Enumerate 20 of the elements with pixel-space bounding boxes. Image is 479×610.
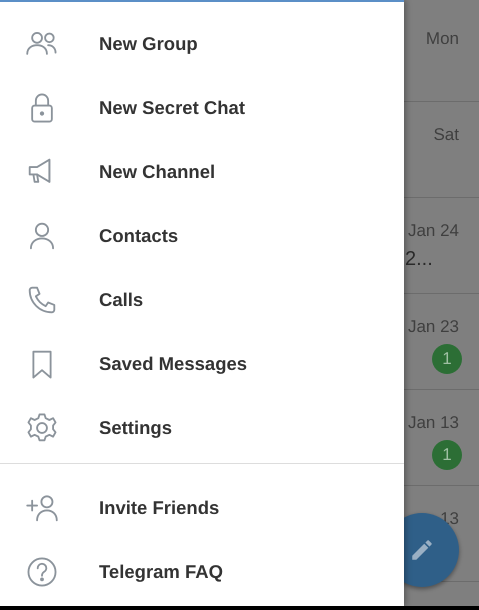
menu-item[interactable]: New Group bbox=[0, 12, 404, 76]
menu-item[interactable]: New Channel bbox=[0, 140, 404, 204]
unread-badge: 1 bbox=[432, 440, 462, 470]
chat-date: Jan 13 bbox=[408, 412, 459, 434]
menu-item[interactable]: New Secret Chat bbox=[0, 76, 404, 140]
menu-item[interactable]: Invite Friends bbox=[0, 476, 404, 540]
menu-item[interactable]: Saved Messages bbox=[0, 332, 404, 396]
chat-date: Sat bbox=[433, 124, 459, 146]
chat-date: Mon bbox=[426, 28, 459, 50]
menu-item[interactable]: Calls bbox=[0, 268, 404, 332]
settings-icon bbox=[26, 412, 58, 444]
menu-item[interactable]: Contacts bbox=[0, 204, 404, 268]
chat-date: Jan 23 bbox=[408, 316, 459, 338]
help-icon bbox=[26, 556, 58, 588]
unread-badge: 1 bbox=[432, 344, 462, 374]
menu-item[interactable]: Telegram FAQ bbox=[0, 540, 404, 604]
chat-date: Jan 24 bbox=[408, 220, 459, 242]
phone-icon bbox=[26, 284, 58, 316]
message-preview: 2... bbox=[405, 248, 433, 271]
menu-item[interactable]: Settings bbox=[0, 396, 404, 460]
